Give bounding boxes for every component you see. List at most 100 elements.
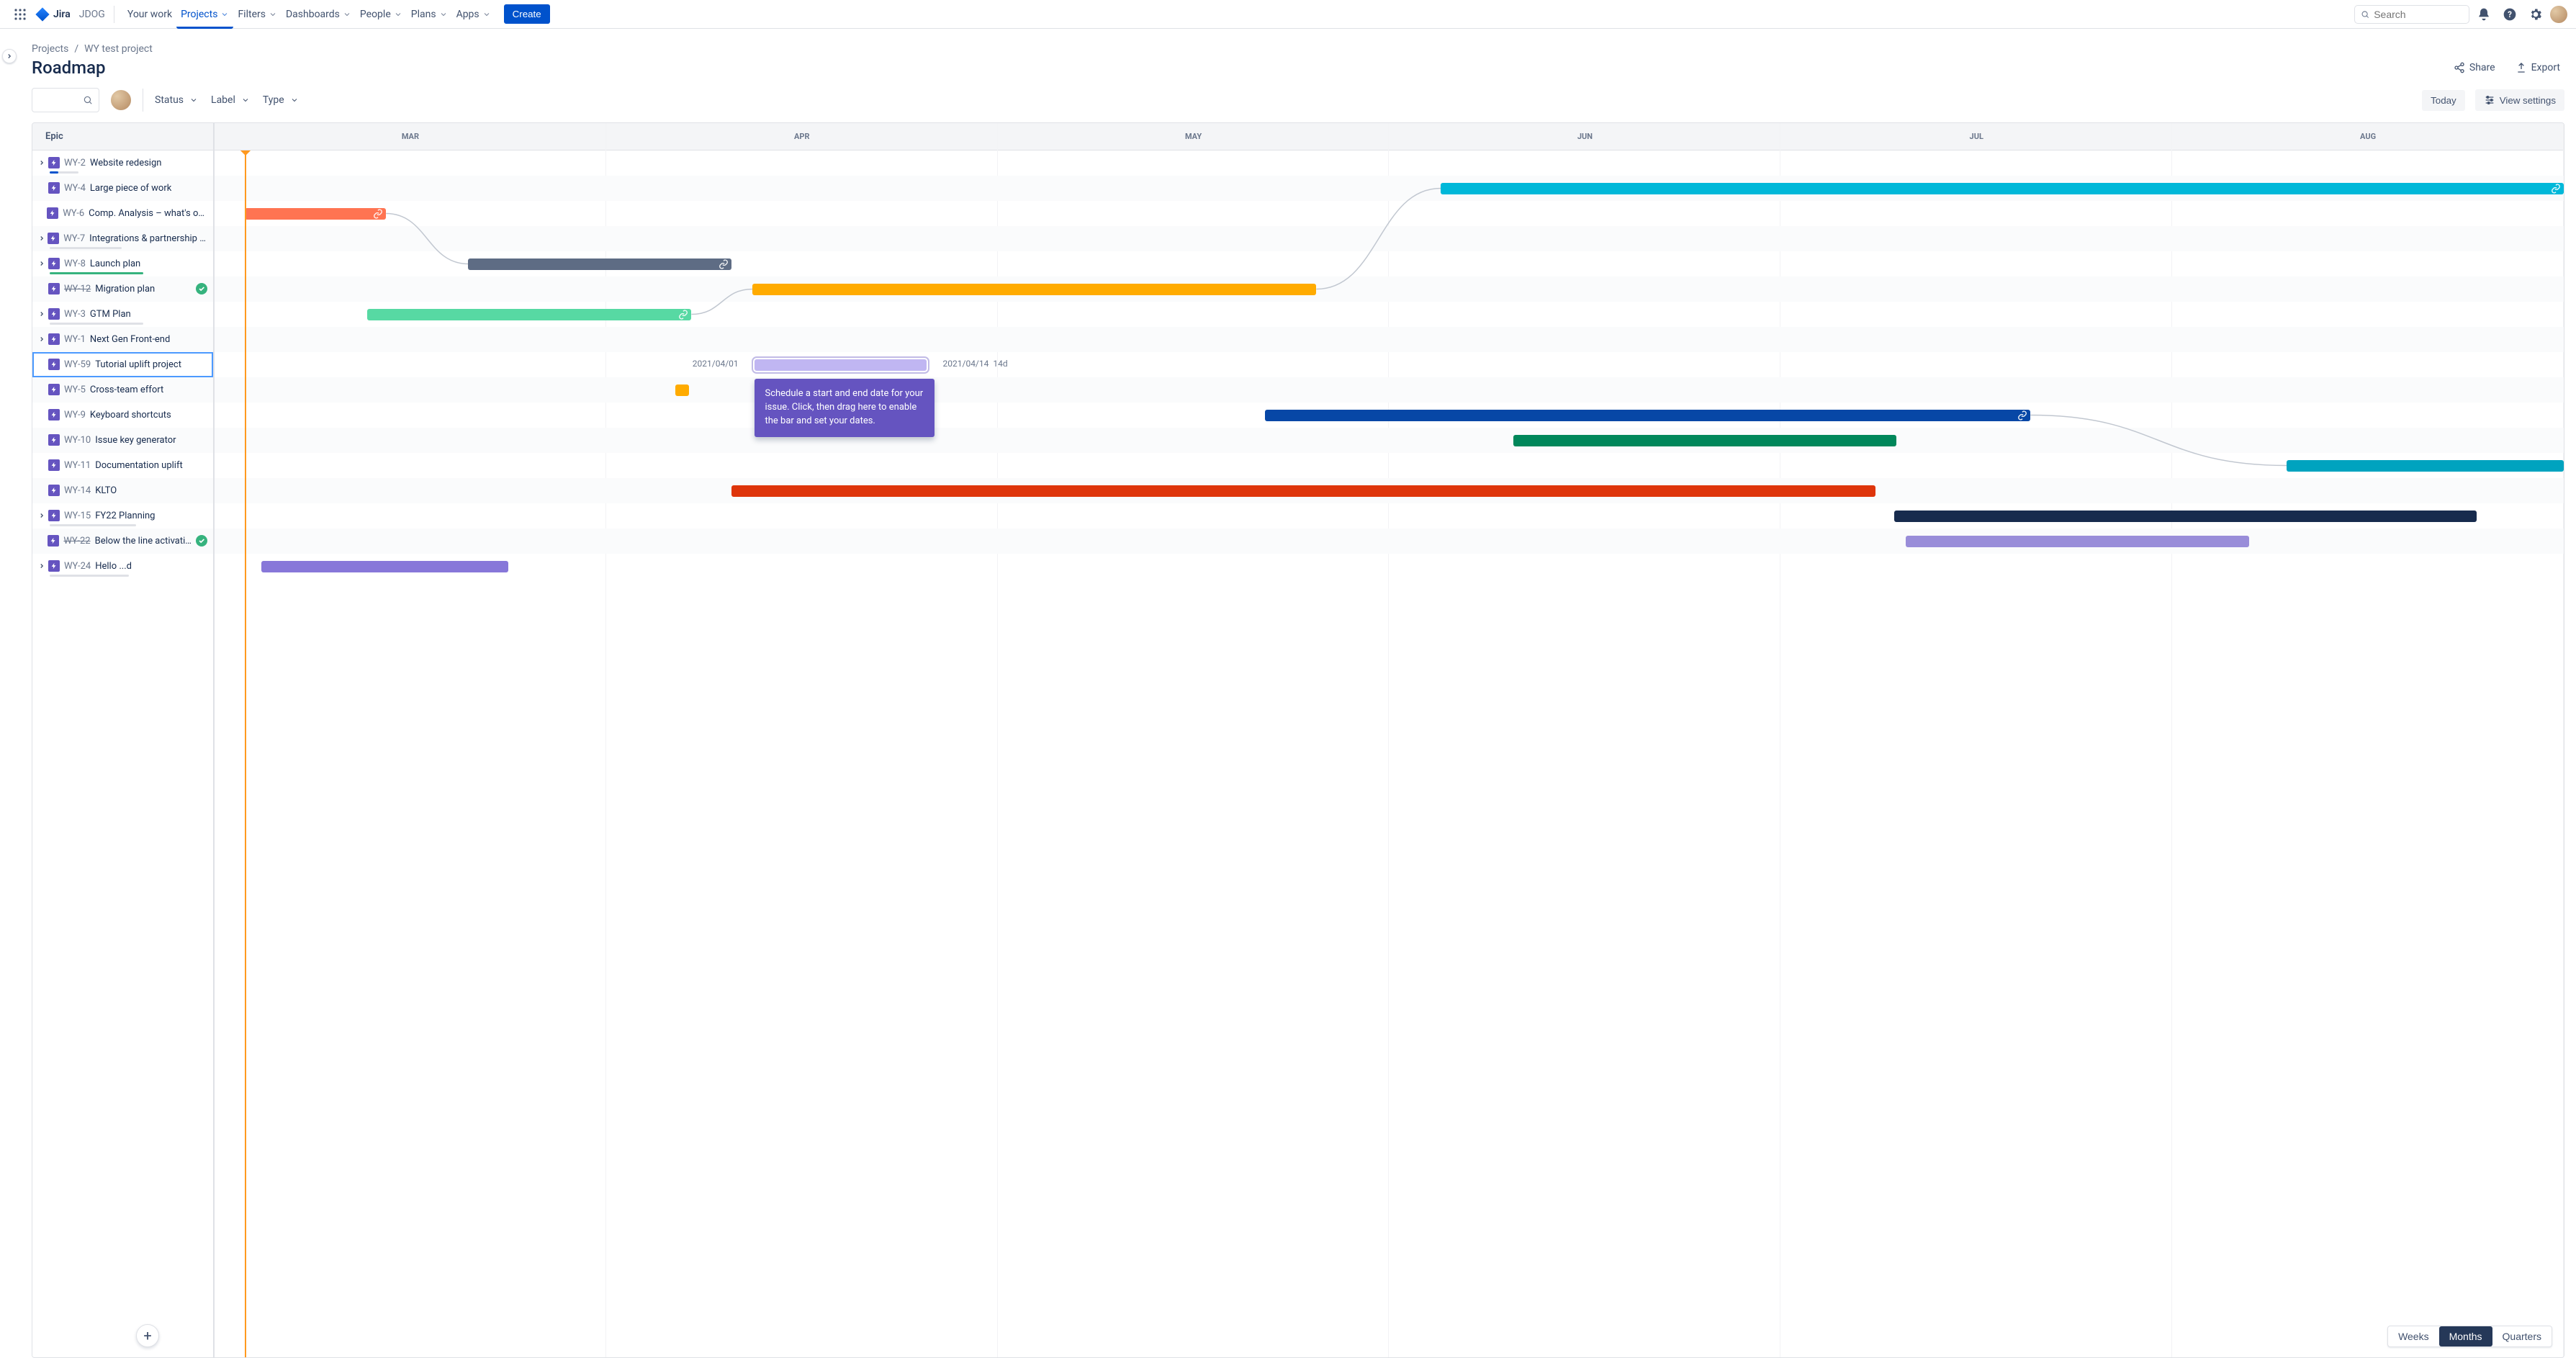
epic-search[interactable] <box>32 88 99 112</box>
epic-row[interactable]: WY-5Cross-team effort <box>32 377 213 403</box>
timeline[interactable]: 2021/04/012021/04/14 14dSchedule a start… <box>215 150 2564 1357</box>
epic-bar[interactable] <box>1441 183 2564 194</box>
expand-toggle[interactable] <box>37 562 47 570</box>
epic-bar[interactable] <box>245 208 386 220</box>
top-nav: Jira JDOG Your workProjectsFiltersDashbo… <box>0 0 2576 29</box>
timeline-row[interactable] <box>215 554 2564 579</box>
zoom-quarters[interactable]: Quarters <box>2492 1326 2552 1346</box>
timeline-row[interactable] <box>215 453 2564 478</box>
epic-key: WY-15 <box>64 511 91 521</box>
month-header-jul: JUL <box>1780 123 2172 150</box>
epic-key: WY-12 <box>64 284 91 294</box>
epic-row[interactable]: WY-15FY22 Planning <box>32 503 213 529</box>
expand-toggle[interactable] <box>37 235 46 242</box>
epic-row[interactable]: WY-24Hello ...d <box>32 554 213 579</box>
zoom-months[interactable]: Months <box>2439 1326 2492 1346</box>
epic-row[interactable]: WY-7Integrations & partnership API <box>32 226 213 251</box>
epic-bar[interactable] <box>752 284 1316 295</box>
epic-key: WY-24 <box>64 561 91 572</box>
timeline-row[interactable] <box>215 377 2564 403</box>
nav-item-your-work[interactable]: Your work <box>123 0 176 29</box>
expand-toggle[interactable] <box>37 336 47 343</box>
timeline-row[interactable] <box>215 251 2564 276</box>
epic-type-icon <box>48 535 59 547</box>
epic-row[interactable]: WY-10Issue key generator <box>32 428 213 453</box>
epic-title: Migration plan <box>95 284 155 294</box>
timeline-row[interactable] <box>215 327 2564 352</box>
expand-toggle[interactable] <box>37 159 47 166</box>
epic-bar[interactable] <box>367 309 691 320</box>
epic-bar[interactable] <box>261 561 508 572</box>
global-search[interactable] <box>2354 5 2469 24</box>
timeline-row[interactable] <box>215 276 2564 302</box>
epic-row[interactable]: WY-59Tutorial uplift project <box>32 352 213 377</box>
expand-toggle[interactable] <box>37 260 47 267</box>
timeline-row[interactable] <box>215 201 2564 226</box>
nav-item-plans[interactable]: Plans <box>407 0 452 29</box>
timeline-row[interactable] <box>215 226 2564 251</box>
timeline-row[interactable] <box>215 302 2564 327</box>
zoom-weeks[interactable]: Weeks <box>2388 1326 2439 1346</box>
expand-toggle[interactable] <box>37 512 47 519</box>
share-button[interactable]: Share <box>2449 59 2500 76</box>
epic-bar[interactable] <box>731 485 1875 497</box>
timeline-row[interactable] <box>215 478 2564 503</box>
label-filter[interactable]: Label <box>210 91 251 109</box>
epic-row[interactable]: WY-8Launch plan <box>32 251 213 276</box>
epic-type-icon <box>48 359 60 370</box>
timeline-row[interactable] <box>215 403 2564 428</box>
view-settings-button[interactable]: View settings <box>2475 89 2564 111</box>
timeline-row[interactable] <box>215 176 2564 201</box>
epic-bar[interactable] <box>1894 511 2477 522</box>
epic-row[interactable]: WY-12 Migration plan <box>32 276 213 302</box>
epic-row[interactable]: WY-1Next Gen Front-end <box>32 327 213 352</box>
nav-item-dashboards[interactable]: Dashboards <box>282 0 356 29</box>
epic-row[interactable]: WY-9Keyboard shortcuts <box>32 403 213 428</box>
epic-bar[interactable] <box>1906 536 2248 547</box>
add-epic-button[interactable]: + <box>136 1324 159 1347</box>
app-switcher-icon[interactable] <box>9 3 32 26</box>
epic-row[interactable]: WY-6Comp. Analysis – what's out th... <box>32 201 213 226</box>
epic-bar[interactable] <box>1513 435 1896 446</box>
jira-logo[interactable]: Jira <box>35 6 71 22</box>
epic-bar[interactable] <box>1265 410 2031 421</box>
nav-item-people[interactable]: People <box>356 0 407 29</box>
settings-icon[interactable] <box>2524 3 2547 26</box>
sidebar-expand-toggle[interactable] <box>2 49 17 63</box>
epic-row[interactable]: WY-14KLTO <box>32 478 213 503</box>
nav-item-apps[interactable]: Apps <box>452 0 495 29</box>
epic-bar[interactable] <box>2287 460 2564 472</box>
epic-row[interactable]: WY-22Below the line activations <box>32 529 213 554</box>
expand-toggle[interactable] <box>37 310 47 318</box>
epic-bar[interactable] <box>468 258 731 270</box>
timeline-row[interactable] <box>215 150 2564 176</box>
timeline-row[interactable] <box>215 428 2564 453</box>
type-filter[interactable]: Type <box>261 91 300 109</box>
breadcrumb-project-name[interactable]: WY test project <box>84 43 153 55</box>
help-icon[interactable]: ? <box>2498 3 2521 26</box>
notifications-icon[interactable] <box>2472 3 2495 26</box>
nav-item-projects[interactable]: Projects <box>176 0 233 29</box>
global-search-input[interactable] <box>2374 9 2463 20</box>
breadcrumb-projects[interactable]: Projects <box>32 43 68 55</box>
page-title: Roadmap <box>32 58 106 78</box>
epic-row[interactable]: WY-4Large piece of work <box>32 176 213 201</box>
epic-bar-accent[interactable] <box>675 385 690 396</box>
svg-text:?: ? <box>2508 9 2512 19</box>
epic-row[interactable]: WY-3GTM Plan <box>32 302 213 327</box>
status-filter[interactable]: Status <box>153 91 199 109</box>
epic-key: WY-6 <box>63 208 84 219</box>
nav-item-filters[interactable]: Filters <box>233 0 282 29</box>
epic-row[interactable]: WY-11Documentation uplift <box>32 453 213 478</box>
epic-row[interactable]: WY-2Website redesign <box>32 150 213 176</box>
today-button[interactable]: Today <box>2422 90 2465 111</box>
export-button[interactable]: Export <box>2511 59 2564 76</box>
timeline-row[interactable] <box>215 503 2564 529</box>
create-button[interactable]: Create <box>504 4 550 24</box>
profile-avatar[interactable] <box>2550 6 2567 23</box>
assignee-filter-avatar[interactable] <box>109 89 132 112</box>
timeline-row[interactable]: 2021/04/012021/04/14 14d <box>215 352 2564 377</box>
epic-bar[interactable] <box>755 359 926 371</box>
epic-list: WY-2Website redesignWY-4Large piece of w… <box>32 150 215 1357</box>
timeline-row[interactable] <box>215 529 2564 554</box>
